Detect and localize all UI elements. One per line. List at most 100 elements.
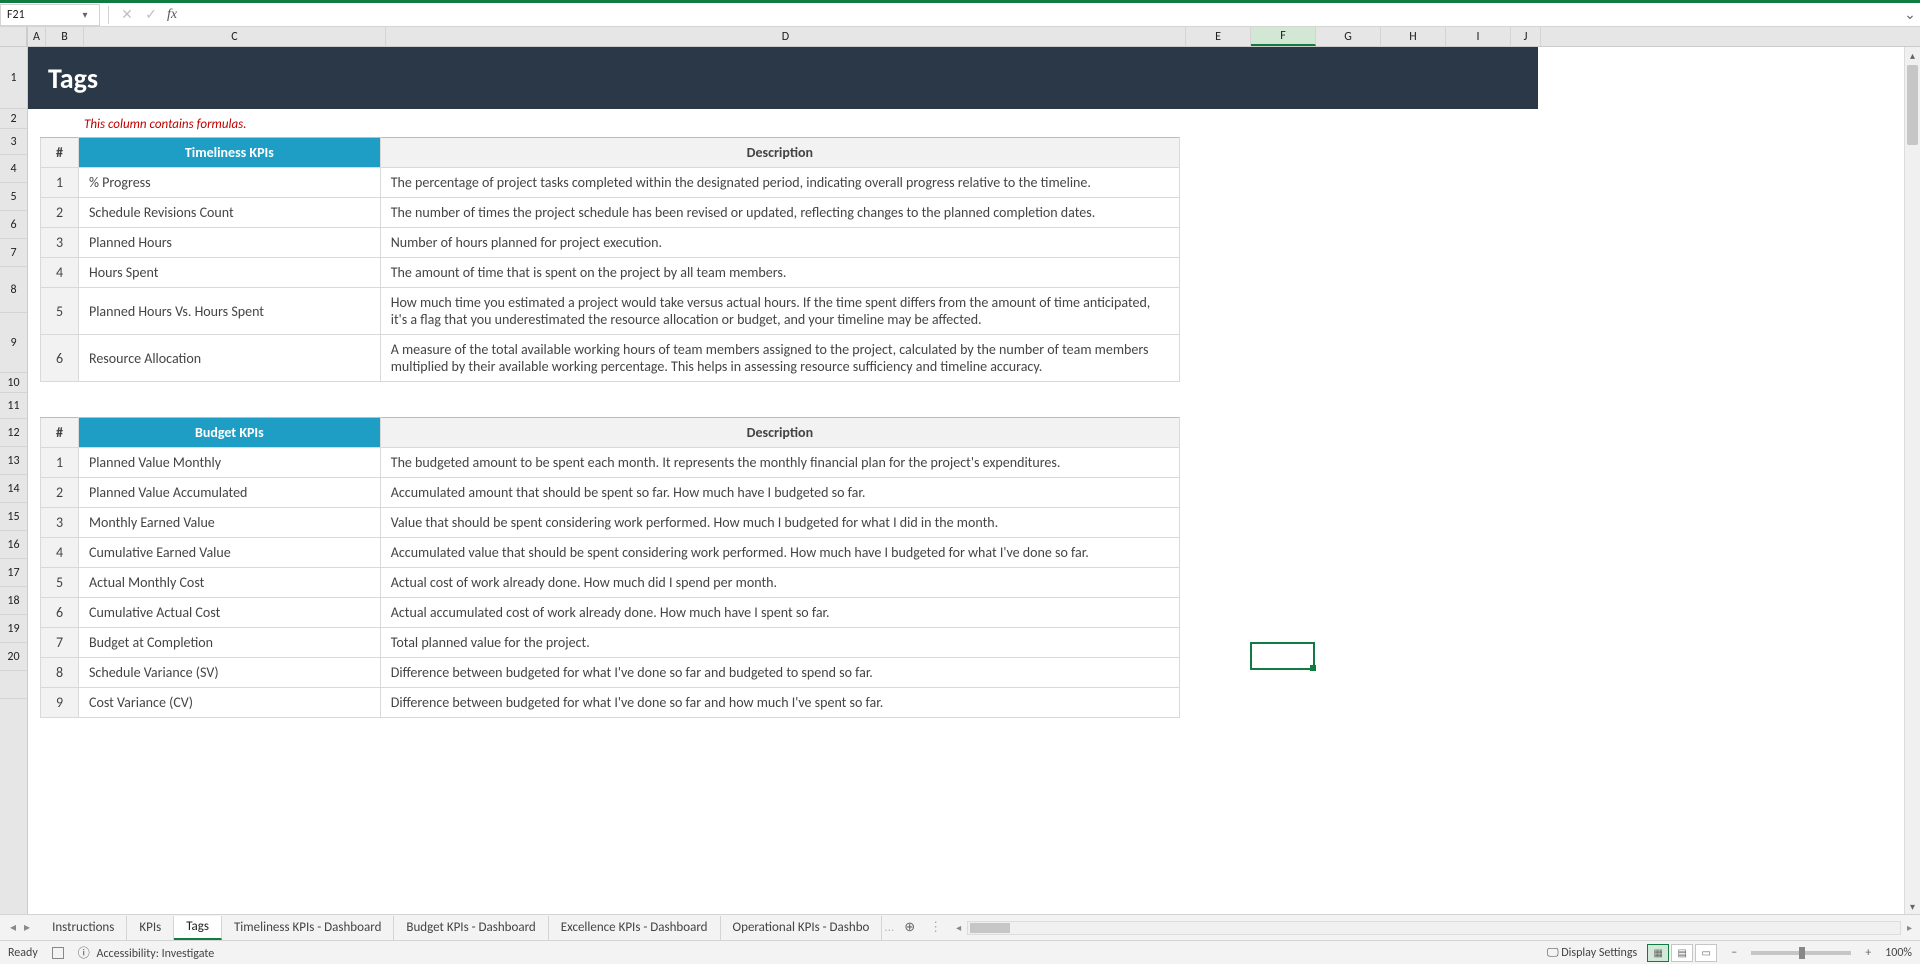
- kpi-name[interactable]: Schedule Revisions Count: [78, 198, 380, 228]
- row-header[interactable]: 8: [0, 267, 27, 313]
- row-number[interactable]: 2: [41, 198, 79, 228]
- row-number[interactable]: 5: [41, 568, 79, 598]
- row-header[interactable]: 11: [0, 393, 27, 419]
- fx-icon[interactable]: fx: [167, 7, 177, 23]
- row-header[interactable]: 4: [0, 155, 27, 183]
- table-header-kpi[interactable]: Budget KPIs: [78, 418, 380, 448]
- row-number[interactable]: 6: [41, 598, 79, 628]
- kpi-name[interactable]: Planned Value Accumulated: [78, 478, 380, 508]
- row-number[interactable]: 3: [41, 228, 79, 258]
- kpi-name[interactable]: Actual Monthly Cost: [78, 568, 380, 598]
- zoom-in-button[interactable]: +: [1861, 946, 1875, 960]
- sheet-tab[interactable]: Operational KPIs - Dashbo: [721, 916, 883, 940]
- hscroll-thumb[interactable]: [970, 923, 1010, 933]
- row-number[interactable]: 7: [41, 628, 79, 658]
- hscroll-right-icon[interactable]: ▸: [1905, 921, 1914, 934]
- column-header[interactable]: I: [1446, 27, 1511, 46]
- kpi-description[interactable]: The number of times the project schedule…: [380, 198, 1179, 228]
- zoom-level[interactable]: 100%: [1885, 946, 1912, 960]
- column-header[interactable]: E: [1186, 27, 1251, 46]
- kpi-description[interactable]: The amount of time that is spent on the …: [380, 258, 1179, 288]
- kpi-name[interactable]: Cost Variance (CV): [78, 688, 380, 718]
- row-header[interactable]: 3: [0, 129, 27, 155]
- kpi-name[interactable]: Budget at Completion: [78, 628, 380, 658]
- table-header-num[interactable]: #: [41, 418, 79, 448]
- formula-input[interactable]: [181, 4, 1900, 26]
- horizontal-scrollbar[interactable]: ◂ ▸: [948, 921, 1920, 935]
- add-sheet-button[interactable]: ⊕: [896, 920, 923, 935]
- row-header[interactable]: 20: [0, 643, 27, 671]
- row-number[interactable]: 2: [41, 478, 79, 508]
- scroll-down-icon[interactable]: ▾: [1905, 898, 1920, 914]
- kpi-description[interactable]: Difference between budgeted for what I'v…: [380, 658, 1179, 688]
- column-header[interactable]: F: [1251, 27, 1316, 46]
- row-header[interactable]: 1: [0, 47, 27, 109]
- kpi-description[interactable]: Actual accumulated cost of work already …: [380, 598, 1179, 628]
- sheet-tab[interactable]: Budget KPIs - Dashboard: [394, 916, 548, 940]
- kpi-description[interactable]: Accumulated amount that should be spent …: [380, 478, 1179, 508]
- kpi-name[interactable]: % Progress: [78, 168, 380, 198]
- view-normal-button[interactable]: ▦: [1647, 944, 1669, 962]
- sheet-tab[interactable]: Timeliness KPIs - Dashboard: [222, 916, 394, 940]
- table-header-kpi[interactable]: Timeliness KPIs: [78, 138, 380, 168]
- column-header[interactable]: G: [1316, 27, 1381, 46]
- column-header[interactable]: B: [46, 27, 84, 46]
- column-header[interactable]: J: [1511, 27, 1541, 46]
- accessibility-status[interactable]: ⓘ Accessibility: Investigate: [78, 944, 214, 961]
- row-number[interactable]: 9: [41, 688, 79, 718]
- row-header[interactable]: 18: [0, 587, 27, 615]
- row-number[interactable]: 4: [41, 258, 79, 288]
- zoom-slider-knob[interactable]: [1799, 947, 1805, 959]
- column-header[interactable]: A: [28, 27, 46, 46]
- sheet-tab[interactable]: Excellence KPIs - Dashboard: [549, 916, 721, 940]
- column-header[interactable]: C: [84, 27, 386, 46]
- table-header-num[interactable]: #: [41, 138, 79, 168]
- kpi-description[interactable]: Number of hours planned for project exec…: [380, 228, 1179, 258]
- kpi-description[interactable]: Difference between budgeted for what I'v…: [380, 688, 1179, 718]
- hscroll-left-icon[interactable]: ◂: [954, 921, 963, 934]
- row-header[interactable]: [0, 671, 27, 699]
- row-header[interactable]: 13: [0, 447, 27, 475]
- view-page-break-button[interactable]: ▭: [1695, 944, 1717, 962]
- table-header-desc[interactable]: Description: [380, 138, 1179, 168]
- row-number[interactable]: 3: [41, 508, 79, 538]
- column-header[interactable]: D: [386, 27, 1186, 46]
- expand-formula-bar-icon[interactable]: ⌄: [1900, 6, 1920, 23]
- row-number[interactable]: 8: [41, 658, 79, 688]
- name-box-dropdown-icon[interactable]: ▾: [77, 8, 93, 21]
- table-header-desc[interactable]: Description: [380, 418, 1179, 448]
- kpi-description[interactable]: Actual cost of work already done. How mu…: [380, 568, 1179, 598]
- kpi-name[interactable]: Cumulative Earned Value: [78, 538, 380, 568]
- row-header[interactable]: 16: [0, 531, 27, 559]
- kpi-name[interactable]: Schedule Variance (SV): [78, 658, 380, 688]
- row-header[interactable]: 10: [0, 373, 27, 393]
- display-settings-button[interactable]: 🖵 Display Settings: [1547, 946, 1637, 960]
- sheet-tab[interactable]: KPIs: [127, 916, 174, 940]
- view-page-layout-button[interactable]: ▤: [1671, 944, 1693, 962]
- kpi-description[interactable]: A measure of the total available working…: [380, 335, 1179, 382]
- sheet-tab[interactable]: Instructions: [40, 916, 127, 940]
- cells-area[interactable]: Tags This column contains formulas. # Ti…: [28, 47, 1920, 914]
- row-header[interactable]: 12: [0, 419, 27, 447]
- kpi-name[interactable]: Planned Hours: [78, 228, 380, 258]
- column-header[interactable]: H: [1381, 27, 1446, 46]
- row-header[interactable]: 15: [0, 503, 27, 531]
- row-number[interactable]: 6: [41, 335, 79, 382]
- row-number[interactable]: 4: [41, 538, 79, 568]
- kpi-description[interactable]: How much time you estimated a project wo…: [380, 288, 1179, 335]
- row-header[interactable]: 7: [0, 239, 27, 267]
- sheet-tab[interactable]: Tags: [174, 916, 222, 940]
- select-all-corner[interactable]: [0, 27, 27, 47]
- sheet-nav-prev-icon[interactable]: ◂: [6, 920, 20, 935]
- row-number[interactable]: 1: [41, 168, 79, 198]
- macro-record-icon[interactable]: [52, 947, 64, 959]
- kpi-description[interactable]: The budgeted amount to be spent each mon…: [380, 448, 1179, 478]
- vertical-scrollbar[interactable]: ▴ ▾: [1904, 47, 1920, 914]
- row-header[interactable]: 19: [0, 615, 27, 643]
- zoom-out-button[interactable]: −: [1727, 946, 1741, 960]
- kpi-description[interactable]: Total planned value for the project.: [380, 628, 1179, 658]
- row-header[interactable]: 14: [0, 475, 27, 503]
- sheet-nav-next-icon[interactable]: ▸: [20, 920, 34, 935]
- kpi-description[interactable]: The percentage of project tasks complete…: [380, 168, 1179, 198]
- row-header[interactable]: 9: [0, 313, 27, 373]
